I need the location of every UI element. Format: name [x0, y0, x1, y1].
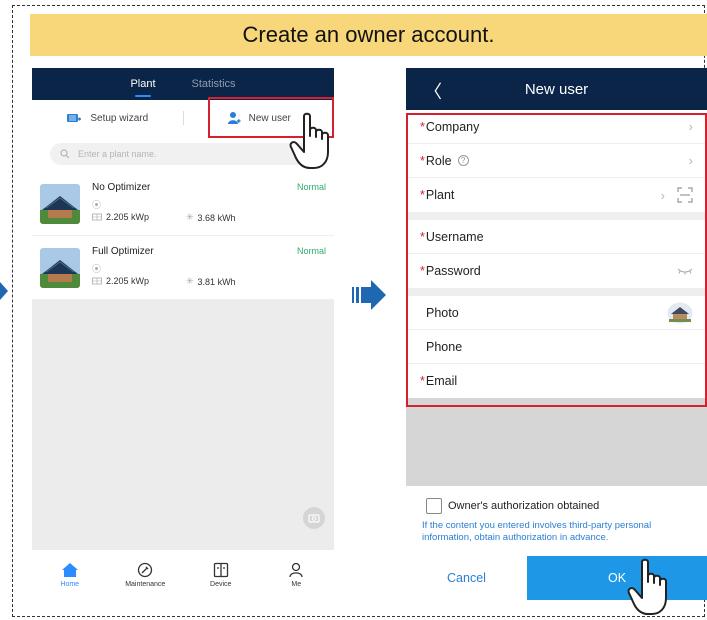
plant-energy: ✳ 3.68 kWh: [186, 212, 236, 223]
photo-field[interactable]: Photo: [406, 296, 707, 330]
status-badge: Normal: [296, 246, 326, 256]
device-icon: [213, 562, 228, 578]
plant-name: Full Optimizer: [92, 246, 154, 257]
plant-list-item[interactable]: Full Optimizer ⦿ 2.205 kWp ✳ 3.81 kWh No…: [32, 236, 334, 300]
plant-thumbnail: [40, 248, 80, 288]
company-label: Company: [425, 119, 480, 134]
hand-pointer-icon: [627, 558, 667, 615]
consent-row: Owner's authorization obtained: [426, 498, 599, 514]
setup-wizard-label: Setup wizard: [90, 112, 149, 124]
camera-icon: [308, 514, 320, 523]
capacity-icon: [92, 277, 102, 285]
setup-wizard-button[interactable]: Setup wizard: [32, 112, 183, 125]
plant-field[interactable]: * Plant ›: [406, 178, 707, 212]
photo-label: Photo: [426, 305, 459, 320]
status-badge: Normal: [296, 182, 326, 192]
required-mark: *: [420, 229, 425, 244]
plant-capacity: 2.205 kWp: [92, 276, 149, 286]
sun-icon: ✳: [186, 276, 194, 286]
email-field[interactable]: * Email: [406, 364, 707, 398]
nav-maintenance[interactable]: Maintenance: [108, 550, 184, 600]
maintenance-icon: [138, 562, 153, 578]
chevron-right-icon: ›: [660, 187, 665, 203]
new-user-screen: 〈 New user * Company › * Role ? › * Plan…: [406, 68, 707, 600]
location-icon: ⦿: [92, 264, 102, 274]
company-field[interactable]: * Company ›: [406, 110, 707, 144]
plant-capacity: 2.205 kWp: [92, 212, 149, 222]
plant-energy: ✳ 3.81 kWh: [186, 276, 236, 287]
scan-button[interactable]: [303, 507, 325, 529]
privacy-notice: If the content you entered involves thir…: [422, 520, 652, 543]
nav-home[interactable]: Home: [32, 550, 108, 600]
required-mark: *: [420, 374, 425, 388]
email-label: Email: [425, 374, 458, 388]
search-placeholder: Enter a plant name.: [78, 149, 157, 159]
capacity-icon: [92, 213, 102, 221]
banner-title: Create an owner account.: [30, 14, 707, 56]
plant-name: No Optimizer: [92, 182, 151, 193]
tab-plant[interactable]: Plant: [130, 78, 156, 97]
back-arrow-icon[interactable]: 〈: [424, 78, 442, 104]
setup-wizard-icon: [67, 113, 82, 122]
password-field[interactable]: * Password: [406, 254, 707, 288]
plant-thumbnail: [40, 184, 80, 224]
screen-header: 〈 New user: [406, 68, 707, 110]
plant-search-input[interactable]: Enter a plant name.: [50, 143, 316, 165]
nav-device[interactable]: Device: [183, 550, 259, 600]
top-tab-bar: Plant Statistics: [32, 68, 334, 100]
username-label: Username: [425, 229, 484, 244]
energy-value: 3.81 kWh: [197, 276, 236, 287]
chevron-right-icon: ›: [688, 119, 693, 134]
arrow-right-icon: [0, 282, 8, 300]
bottom-nav: Home Maintenance Device Me: [32, 550, 334, 600]
eye-closed-icon[interactable]: [677, 267, 693, 275]
ok-button[interactable]: OK: [527, 556, 707, 600]
tab-statistics[interactable]: Statistics: [192, 78, 236, 90]
chevron-right-icon: ›: [688, 153, 693, 168]
nav-device-label: Device: [210, 581, 232, 588]
home-icon: [61, 563, 78, 577]
arrow-right-icon: [352, 280, 386, 310]
required-mark: *: [420, 153, 425, 168]
location-icon: ⦿: [92, 200, 102, 210]
section-gap: [406, 212, 707, 220]
scan-icon[interactable]: [677, 187, 693, 203]
capacity-value: 2.205 kWp: [106, 276, 150, 286]
nav-home-label: Home: [60, 581, 80, 588]
consent-label: Owner's authorization obtained: [448, 500, 600, 512]
sun-icon: ✳: [186, 212, 194, 222]
required-mark: *: [420, 119, 425, 134]
role-field[interactable]: * Role ? ›: [406, 144, 707, 178]
nav-me[interactable]: Me: [259, 550, 335, 600]
cancel-button[interactable]: Cancel: [406, 556, 527, 600]
person-icon: [289, 562, 303, 578]
phone-field[interactable]: Phone: [406, 330, 707, 364]
authorization-checkbox[interactable]: [426, 498, 442, 514]
required-mark: *: [420, 264, 425, 278]
plant-label: Plant: [425, 188, 455, 202]
screen-title: New user: [524, 80, 589, 98]
password-label: Password: [425, 264, 481, 278]
credentials-group: * Username * Password: [406, 220, 707, 288]
nav-maintenance-label: Maintenance: [125, 581, 166, 588]
hand-pointer-icon: [289, 112, 329, 169]
phone-label: Phone: [426, 339, 463, 354]
capacity-value: 2.205 kWp: [106, 212, 150, 222]
nav-me-label: Me: [291, 581, 302, 588]
contact-group: Photo Phone * Email: [406, 296, 707, 398]
required-mark: *: [420, 188, 425, 202]
account-info-group: * Company › * Role ? › * Plant ›: [406, 110, 707, 212]
role-label: Role: [425, 153, 452, 168]
energy-value: 3.68 kWh: [197, 212, 236, 223]
photo-thumbnail[interactable]: [667, 302, 693, 324]
plant-list-item[interactable]: No Optimizer ⦿ 2.205 kWp ✳ 3.68 kWh Norm…: [32, 172, 334, 236]
help-icon[interactable]: ?: [457, 155, 469, 166]
section-gap: [406, 288, 707, 296]
username-field[interactable]: * Username: [406, 220, 707, 254]
search-icon: [60, 149, 70, 159]
